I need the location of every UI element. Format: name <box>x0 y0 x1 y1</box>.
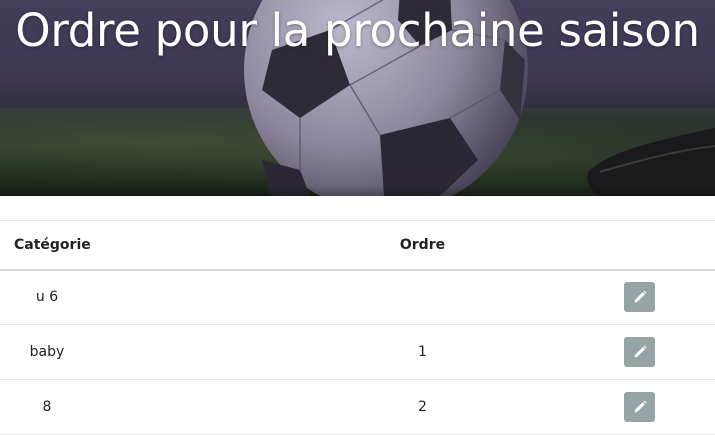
category-cell: 8 <box>0 380 230 435</box>
action-cell <box>615 380 715 435</box>
table-body: u 6 baby 1 8 2 <box>0 270 715 435</box>
hero-shadow <box>0 186 715 196</box>
edit-button[interactable] <box>624 392 655 422</box>
edit-button[interactable] <box>624 282 655 313</box>
column-header-order: Ordre <box>399 236 446 253</box>
table-header-row: Catégorie Ordre <box>0 220 715 270</box>
category-cell: u 6 <box>0 270 230 325</box>
pencil-icon <box>634 345 646 358</box>
order-cell: 2 <box>418 399 427 415</box>
category-value: 8 <box>42 399 52 415</box>
table-row: baby 1 <box>0 325 715 380</box>
table-row: u 6 <box>0 270 715 325</box>
table-row: 8 2 <box>0 380 715 435</box>
pencil-icon <box>634 290 646 303</box>
order-table-container: Catégorie Ordre u 6 baby 1 8 2 <box>0 220 715 435</box>
column-header-action <box>615 221 715 270</box>
table-header: Catégorie Ordre <box>0 220 715 270</box>
page-title: Ordre pour la prochaine saison <box>15 4 700 57</box>
column-header-category: Catégorie <box>14 236 91 253</box>
action-cell <box>615 270 715 325</box>
category-value: baby <box>29 344 65 360</box>
edit-button[interactable] <box>624 337 655 367</box>
order-cell <box>230 270 615 325</box>
category-value: u 6 <box>35 289 59 306</box>
hero-banner: Ordre pour la prochaine saison <box>0 0 715 196</box>
order-cell: 1 <box>418 344 427 360</box>
pencil-icon <box>634 400 646 413</box>
category-cell: baby <box>0 325 230 380</box>
order-table: Catégorie Ordre u 6 baby 1 8 2 <box>0 220 715 435</box>
action-cell <box>615 325 715 380</box>
